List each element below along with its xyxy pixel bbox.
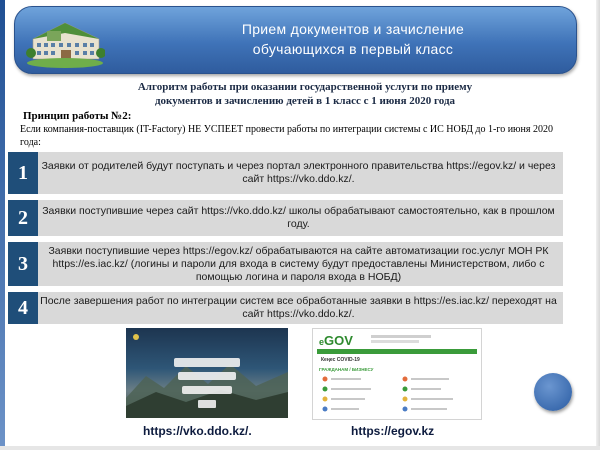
vko-url-caption: https://vko.ddo.kz/. bbox=[143, 424, 252, 438]
egov-logo-gov: GOV bbox=[324, 333, 353, 348]
step-number: 3 bbox=[8, 242, 38, 286]
bottom-edge-shadow bbox=[0, 446, 600, 450]
egov-section-label: ГРАЖДАНАМ / БИЗНЕСУ bbox=[319, 367, 374, 372]
egov-url-caption: https://egov.kz bbox=[351, 424, 435, 438]
egov-logo: eGOV bbox=[319, 333, 353, 348]
step-text: Заявки поступившие через сайт https://vk… bbox=[42, 205, 555, 230]
vko-login-screen-image bbox=[126, 334, 288, 418]
vko-site-screenshot bbox=[126, 328, 288, 418]
egov-services-grid-image bbox=[322, 376, 453, 412]
principle-heading: Принцип работы №2: bbox=[23, 110, 132, 122]
step-2: 2 Заявки поступившие через сайт https://… bbox=[8, 200, 563, 236]
egov-header-text-placeholder bbox=[371, 340, 419, 343]
step-text: Заявки поступившие через https://egov.kz… bbox=[48, 244, 549, 283]
egov-site-screenshot: eGOV Кеңес COVID-19 ГРАЖДАНАМ / БИЗНЕСУ bbox=[312, 328, 482, 420]
step-number: 4 bbox=[8, 292, 38, 324]
algorithm-subtitle: Алгоритм работы при оказании государстве… bbox=[70, 80, 540, 108]
step-text: Заявки от родителей будут поступать и че… bbox=[41, 160, 556, 185]
step-number: 1 bbox=[8, 152, 38, 194]
banner-title-line-2: обучающихся в первый класс bbox=[252, 41, 454, 57]
school-building-image bbox=[26, 22, 105, 68]
step-3: 3 Заявки поступившие через https://egov.… bbox=[8, 242, 563, 286]
step-4: 4 После завершения работ по интеграции с… bbox=[8, 292, 563, 324]
condition-text: Если компания-поставщик (IT-Factory) НЕ … bbox=[20, 124, 553, 148]
step-1: 1 Заявки от родителей будут поступать и … bbox=[8, 152, 563, 194]
right-edge-shadow bbox=[596, 0, 600, 450]
egov-nav-bar bbox=[317, 349, 477, 354]
subtitle-line-1: Алгоритм работы при оказании государстве… bbox=[137, 81, 473, 93]
step-number: 2 bbox=[8, 200, 38, 236]
left-accent-bar bbox=[0, 0, 5, 450]
subtitle-line-2: документов и зачислению детей в 1 класс … bbox=[154, 95, 456, 107]
slide: Прием документов и зачисление обучающихс… bbox=[0, 0, 600, 450]
banner-title: Прием документов и зачисление обучающихс… bbox=[133, 19, 573, 59]
egov-header-text-placeholder bbox=[371, 335, 431, 338]
step-text: После завершения работ по интеграции сис… bbox=[40, 295, 557, 320]
title-banner: Прием документов и зачисление обучающихс… bbox=[14, 6, 577, 74]
decorative-blue-circle bbox=[534, 373, 572, 411]
egov-covid-badge: Кеңес COVID-19 bbox=[321, 357, 360, 363]
banner-title-line-1: Прием документов и зачисление bbox=[241, 21, 465, 37]
